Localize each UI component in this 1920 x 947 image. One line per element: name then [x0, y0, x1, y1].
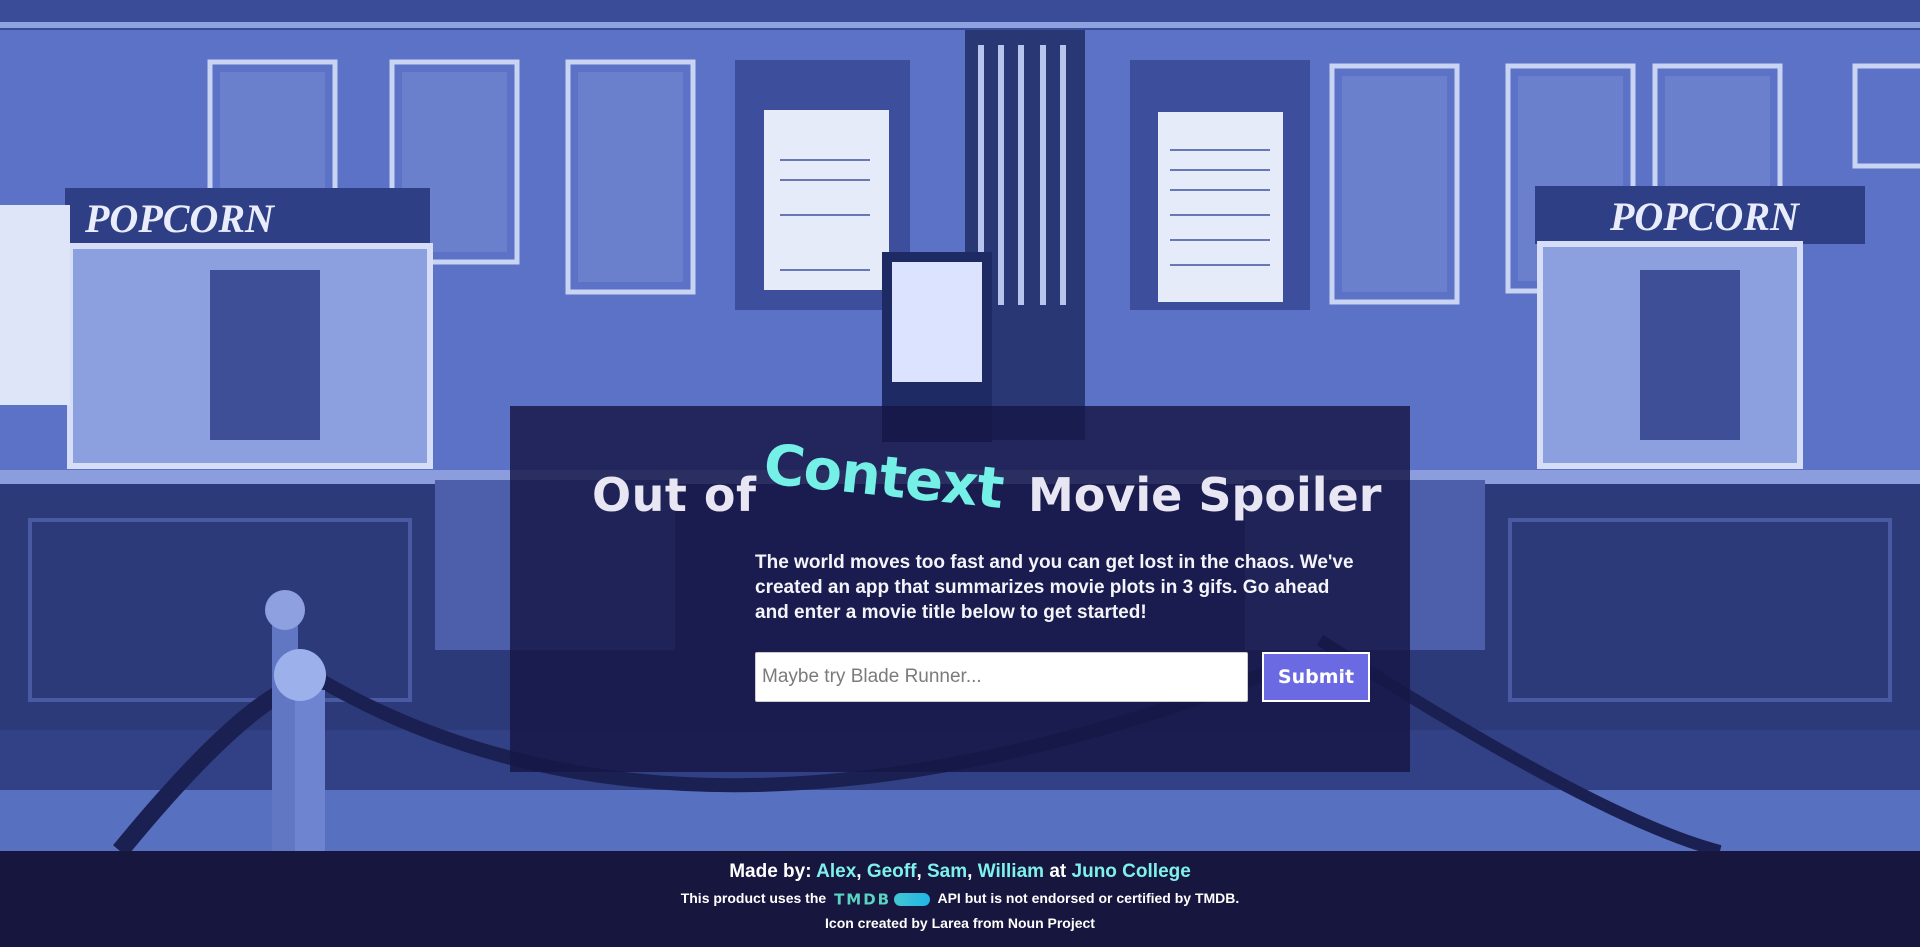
- separator: ,: [967, 861, 973, 882]
- author-link-sam[interactable]: Sam: [927, 861, 967, 882]
- separator: ,: [856, 861, 862, 882]
- tmdb-pill-icon: [894, 892, 931, 906]
- separator: ,: [916, 861, 922, 882]
- icon-credit: Icon created by Larea from Noun Project: [825, 915, 1095, 931]
- tmdb-suffix: API but is not endorsed or certified by …: [937, 890, 1240, 906]
- title-highlight: Context: [760, 432, 1007, 522]
- movie-search-input[interactable]: [755, 652, 1248, 702]
- popcorn-sign-right: POPCORN: [1609, 194, 1801, 239]
- author-link-alex[interactable]: Alex: [816, 861, 856, 882]
- author-link-william[interactable]: William: [978, 861, 1044, 882]
- search-panel: Out of Context Movie Spoiler The world m…: [510, 406, 1410, 772]
- tmdb-attribution: This product uses the TMDB API but is no…: [0, 890, 1920, 908]
- made-by-prefix: Made by:: [729, 861, 812, 882]
- search-form: Submit: [755, 652, 1380, 702]
- college-link[interactable]: Juno College: [1072, 861, 1191, 882]
- popcorn-sign-left: POPCORN: [84, 196, 276, 241]
- submit-button[interactable]: Submit: [1262, 652, 1370, 702]
- title-part-1: Out of: [592, 468, 757, 522]
- footer: Made by: Alex, Geoff, Sam, William at Ju…: [0, 851, 1920, 947]
- author-link-geoff[interactable]: Geoff: [867, 861, 917, 882]
- tmdb-prefix: This product uses the: [680, 890, 827, 906]
- tmdb-wordmark: TMDB: [834, 890, 892, 909]
- page-title: Out of Context Movie Spoiler: [510, 406, 1410, 556]
- at-text: at: [1049, 861, 1067, 882]
- made-by-line: Made by: Alex, Geoff, Sam, William at Ju…: [0, 861, 1920, 883]
- intro-text: The world moves too fast and you can get…: [755, 552, 1354, 623]
- tmdb-logo[interactable]: TMDB: [834, 890, 931, 909]
- title-part-2: Movie Spoiler: [1028, 468, 1382, 522]
